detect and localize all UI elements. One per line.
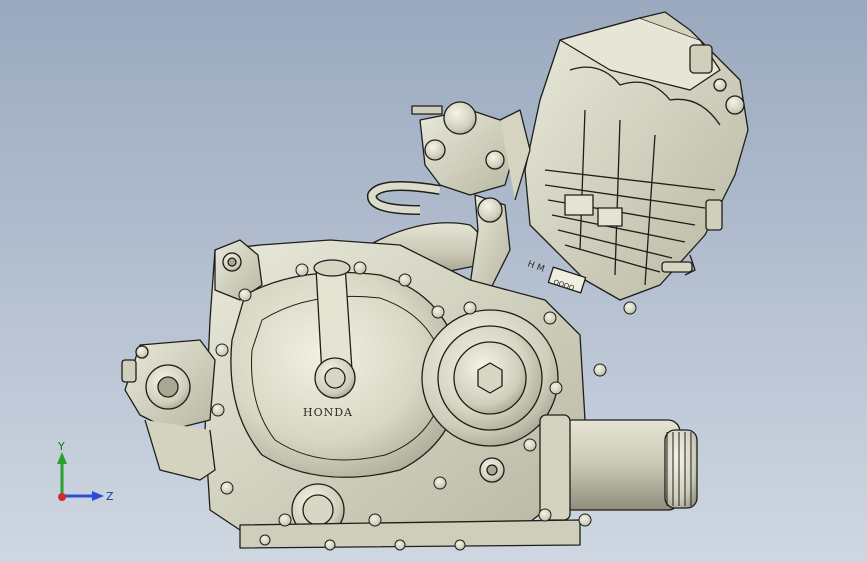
- oil-pan[interactable]: [239, 519, 581, 549]
- y-axis-arrow-icon: [57, 452, 67, 464]
- cylinder-head[interactable]: [524, 11, 749, 301]
- z-axis-label: Z: [106, 490, 114, 503]
- generator-cover[interactable]: [421, 309, 559, 447]
- drain-bolt[interactable]: [479, 457, 505, 483]
- axis-triad: Y Z: [57, 440, 114, 503]
- y-axis-label: Y: [57, 440, 65, 453]
- z-axis-arrow-icon: [92, 491, 104, 501]
- brand-logo-text: HONDA: [303, 406, 353, 419]
- starter-motor[interactable]: [539, 414, 698, 521]
- x-axis-dot-icon: [58, 493, 66, 501]
- head-mark-text: H M: [526, 259, 546, 274]
- cad-viewport[interactable]: HONDA H M ΩΩΩΩ Y Z: [0, 0, 867, 562]
- engine-model[interactable]: HONDA H M ΩΩΩΩ: [0, 0, 867, 562]
- rear-mount[interactable]: [121, 339, 216, 481]
- intake-hose[interactable]: [367, 181, 441, 215]
